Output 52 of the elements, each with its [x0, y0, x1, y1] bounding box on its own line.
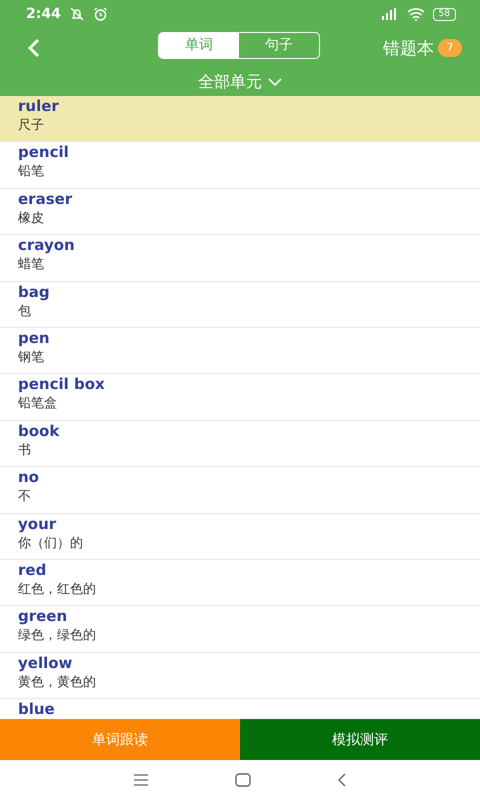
- word-row[interactable]: ruler 尺子: [0, 96, 480, 142]
- chinese-meaning: 铅笔: [18, 163, 45, 182]
- battery-level: 58: [432, 8, 456, 20]
- word-row[interactable]: crayon 蜡笔: [0, 235, 480, 282]
- home-icon[interactable]: [235, 773, 251, 787]
- word-row[interactable]: red 红色，红色的: [0, 560, 480, 606]
- english-word: blue: [18, 700, 56, 719]
- chevron-down-icon: [268, 78, 282, 86]
- word-row[interactable]: bag 包: [0, 282, 480, 328]
- alarm-icon: [92, 7, 108, 21]
- word-row[interactable]: your 你（们）的: [0, 514, 480, 560]
- english-word: green: [18, 607, 68, 626]
- english-word: no: [18, 468, 40, 488]
- english-word: red: [18, 560, 48, 580]
- chinese-meaning: 黄色，黄色的: [18, 674, 97, 692]
- word-row[interactable]: pen 钢笔: [0, 328, 480, 374]
- chinese-meaning: 钢笔: [18, 348, 45, 367]
- wifi-icon: [406, 8, 425, 20]
- chinese-meaning: 铅笔盒: [18, 395, 58, 414]
- chinese-meaning: 你（们）的: [18, 534, 84, 553]
- word-row[interactable]: pencil box 铅笔盒: [0, 374, 480, 421]
- word-row[interactable]: eraser 橡皮: [0, 188, 480, 236]
- chinese-meaning: 蜡笔: [18, 256, 45, 274]
- chinese-meaning: 包: [18, 302, 32, 321]
- english-word: pencil box: [18, 375, 106, 394]
- chinese-meaning: 绿色，绿色的: [18, 627, 97, 646]
- status-time: 2:44: [26, 6, 61, 22]
- chinese-meaning: 尺子: [18, 117, 45, 135]
- chinese-meaning: 不: [18, 488, 32, 506]
- english-word: bag: [18, 282, 51, 302]
- signal-icon: [380, 8, 399, 20]
- english-word: ruler: [18, 97, 60, 116]
- mock-test-button[interactable]: 模拟测评: [240, 719, 480, 760]
- english-word: pen: [18, 328, 51, 348]
- word-row[interactable]: green 绿色，绿色的: [0, 606, 480, 653]
- english-word: eraser: [18, 190, 74, 209]
- count-badge: 7: [438, 39, 462, 57]
- english-word: book: [18, 422, 60, 441]
- menu-icon[interactable]: [133, 774, 149, 786]
- english-word: your: [18, 514, 58, 534]
- word-row[interactable]: pencil 铅笔: [0, 142, 480, 189]
- chinese-meaning: 书: [18, 442, 32, 460]
- english-word: yellow: [18, 654, 74, 673]
- word-row[interactable]: book 书: [0, 420, 480, 468]
- chinese-meaning: 橡皮: [18, 210, 45, 228]
- english-word: crayon: [18, 236, 76, 256]
- notification-off-icon: [68, 7, 85, 21]
- back-icon[interactable]: [337, 773, 347, 787]
- word-row[interactable]: no 不: [0, 467, 480, 514]
- word-row[interactable]: yellow 黄色，黄色的: [0, 652, 480, 700]
- chinese-meaning: 红色，红色的: [18, 580, 97, 599]
- english-word: pencil: [18, 143, 70, 162]
